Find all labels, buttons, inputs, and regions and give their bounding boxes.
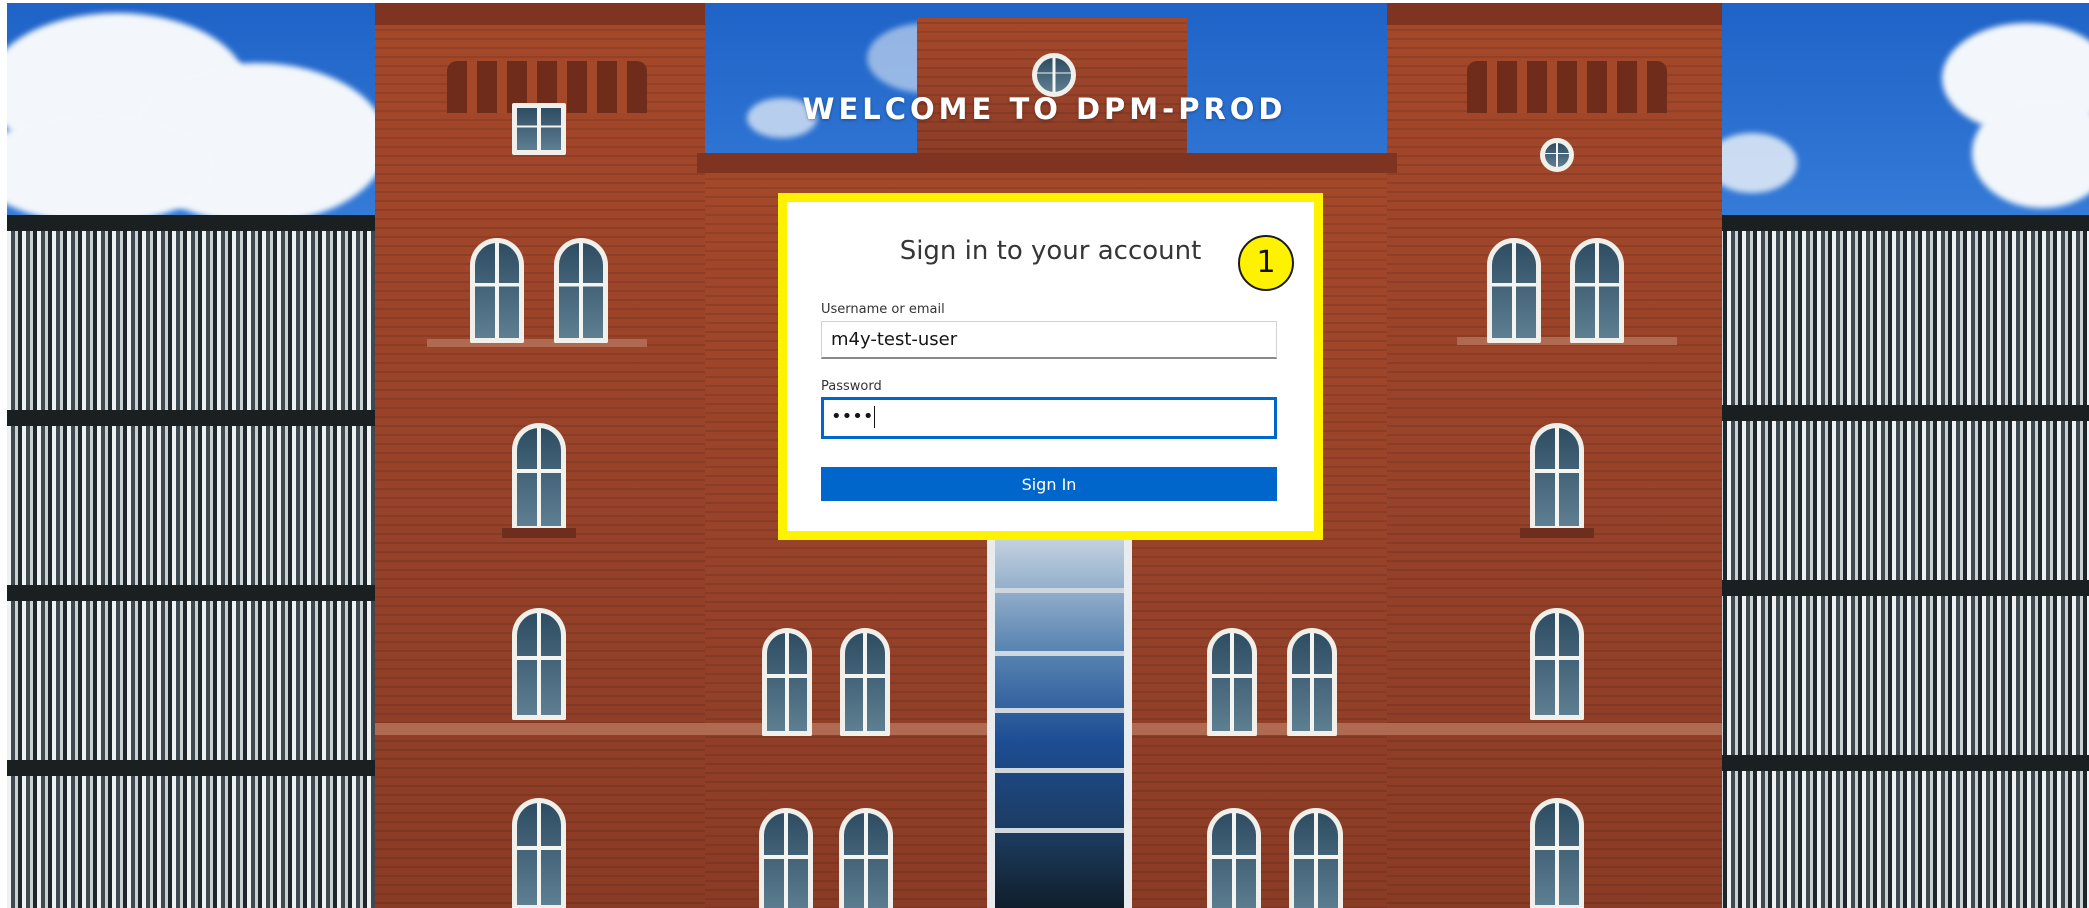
username-label: Username or email bbox=[821, 302, 945, 317]
round-window bbox=[1540, 138, 1574, 172]
login-title: Sign in to your account bbox=[899, 236, 1202, 266]
sign-in-button[interactable]: Sign In bbox=[821, 467, 1277, 501]
welcome-title: WELCOME TO DPM-PROD bbox=[802, 92, 1287, 126]
text-caret bbox=[874, 406, 876, 428]
password-input[interactable]: •••• bbox=[821, 397, 1277, 439]
step-annotation-badge: 1 bbox=[1238, 235, 1294, 291]
glass-building-right bbox=[1712, 215, 2089, 908]
username-value: m4y-test-user bbox=[831, 329, 958, 350]
login-card: Sign in to your account 1 Username or em… bbox=[778, 193, 1323, 540]
password-label: Password bbox=[821, 379, 882, 394]
round-window bbox=[1032, 53, 1076, 97]
glass-building-left bbox=[7, 215, 375, 908]
glass-entrance bbox=[987, 533, 1132, 908]
password-masked-value: •••• bbox=[831, 406, 874, 427]
username-input[interactable]: m4y-test-user bbox=[821, 321, 1277, 359]
